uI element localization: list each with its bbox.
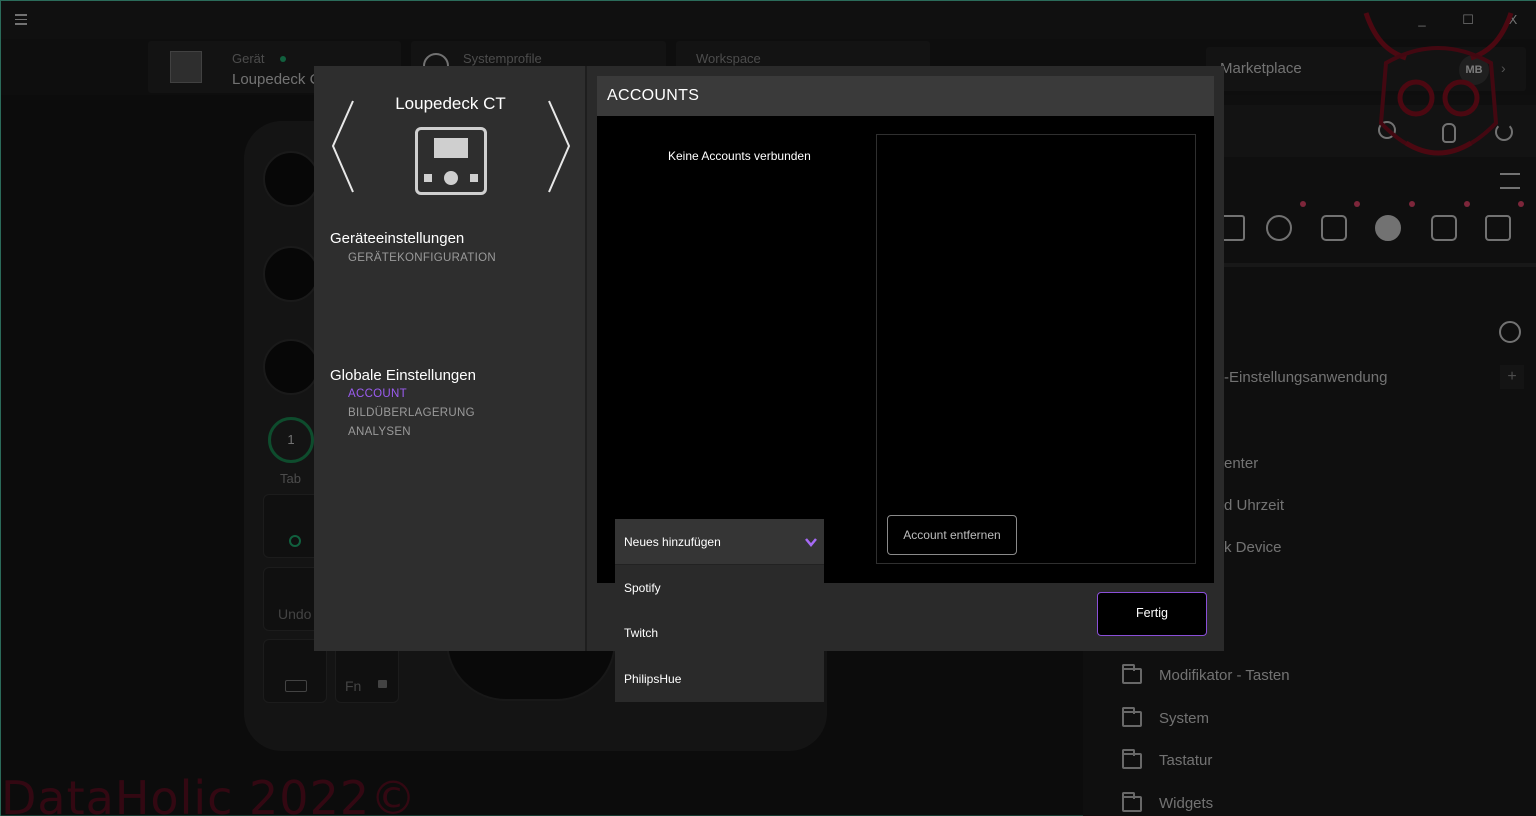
select-value: Neues hinzufügen [624, 535, 721, 549]
settings-dialog: Loupedeck CT Geräteeinstellungen GERÄTEK… [314, 66, 1224, 702]
nav-item-device-config[interactable]: GERÄTEKONFIGURATION [348, 252, 496, 264]
settings-nav: Loupedeck CT Geräteeinstellungen GERÄTEK… [314, 66, 587, 651]
accounts-header: ACCOUNTS [597, 76, 1214, 116]
accounts-title: ACCOUNTS [607, 87, 700, 104]
option-spotify[interactable]: Spotify [624, 581, 661, 595]
done-button[interactable]: Fertig [1097, 592, 1207, 636]
add-account-select[interactable]: Neues hinzufügen [615, 519, 824, 565]
nav-item-account[interactable]: ACCOUNT [348, 388, 407, 400]
accounts-pane: ACCOUNTS Keine Accounts verbunden Accoun… [597, 76, 1214, 583]
chevron-down-icon [805, 538, 817, 547]
nav-item-image-overlay[interactable]: BILDÜBERLAGERUNG [348, 407, 475, 419]
app-window: _ ☐ X Gerät Loupedeck CT Systemprofile W… [0, 0, 1536, 816]
option-philipshue[interactable]: PhilipsHue [624, 672, 681, 686]
chevron-right-icon[interactable] [545, 99, 575, 194]
no-accounts-text: Keine Accounts verbunden [668, 149, 811, 163]
option-twitch[interactable]: Twitch [624, 626, 658, 640]
loupedeck-device-icon [415, 127, 487, 195]
global-settings-heading: Globale Einstellungen [330, 367, 476, 384]
remove-account-button[interactable]: Account entfernen [887, 515, 1017, 555]
chevron-left-icon[interactable] [331, 99, 361, 194]
nav-item-analytics[interactable]: ANALYSEN [348, 426, 411, 438]
account-type-dropdown: Spotify Twitch PhilipsHue [615, 565, 824, 702]
device-settings-heading: Geräteeinstellungen [330, 230, 465, 247]
account-details-box: Account entfernen [876, 134, 1196, 564]
